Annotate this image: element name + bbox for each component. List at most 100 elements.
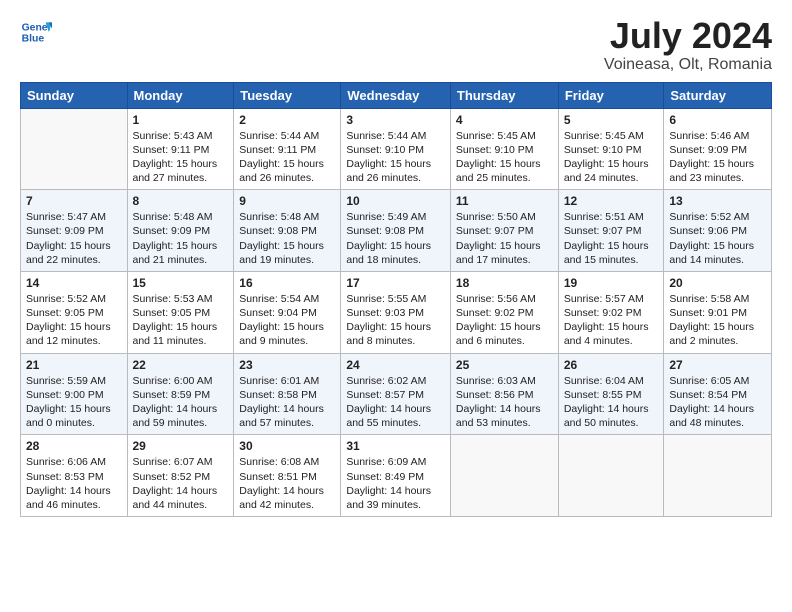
- day-number: 30: [239, 439, 335, 453]
- day-content: Sunrise: 5:49 AM Sunset: 9:08 PM Dayligh…: [346, 210, 445, 267]
- day-number: 20: [669, 276, 766, 290]
- table-row: 29 Sunrise: 6:07 AM Sunset: 8:52 PM Dayli…: [127, 435, 234, 517]
- day-number: 8: [133, 194, 229, 208]
- page: General Blue July 2024 Voineasa, Olt, Ro…: [0, 0, 792, 612]
- calendar-week-5: 28 Sunrise: 6:06 AM Sunset: 8:53 PM Dayli…: [21, 435, 772, 517]
- day-content: Sunrise: 5:44 AM Sunset: 9:10 PM Dayligh…: [346, 129, 445, 186]
- day-content: Sunrise: 5:44 AM Sunset: 9:11 PM Dayligh…: [239, 129, 335, 186]
- day-number: 16: [239, 276, 335, 290]
- day-number: 1: [133, 113, 229, 127]
- day-content: Sunrise: 5:52 AM Sunset: 9:06 PM Dayligh…: [669, 210, 766, 267]
- day-content: Sunrise: 5:53 AM Sunset: 9:05 PM Dayligh…: [133, 292, 229, 349]
- table-row: 8 Sunrise: 5:48 AM Sunset: 9:09 PM Daylig…: [127, 190, 234, 272]
- calendar-table: Sunday Monday Tuesday Wednesday Thursday…: [20, 82, 772, 517]
- day-content: Sunrise: 6:09 AM Sunset: 8:49 PM Dayligh…: [346, 455, 445, 512]
- day-content: Sunrise: 5:47 AM Sunset: 9:09 PM Dayligh…: [26, 210, 122, 267]
- col-saturday: Saturday: [664, 82, 772, 108]
- col-sunday: Sunday: [21, 82, 128, 108]
- col-tuesday: Tuesday: [234, 82, 341, 108]
- table-row: 12Sunrise: 5:51 AM Sunset: 9:07 PM Dayli…: [558, 190, 664, 272]
- table-row: [21, 108, 128, 190]
- title-area: July 2024 Voineasa, Olt, Romania: [604, 16, 772, 74]
- table-row: 23Sunrise: 6:01 AM Sunset: 8:58 PM Dayli…: [234, 353, 341, 435]
- day-number: 27: [669, 358, 766, 372]
- day-content: Sunrise: 6:06 AM Sunset: 8:53 PM Dayligh…: [26, 455, 122, 512]
- table-row: 17Sunrise: 5:55 AM Sunset: 9:03 PM Dayli…: [341, 271, 451, 353]
- day-number: 6: [669, 113, 766, 127]
- day-number: 26: [564, 358, 659, 372]
- day-content: Sunrise: 6:07 AM Sunset: 8:52 PM Dayligh…: [133, 455, 229, 512]
- day-number: 28: [26, 439, 122, 453]
- day-content: Sunrise: 5:56 AM Sunset: 9:02 PM Dayligh…: [456, 292, 553, 349]
- day-number: 29: [133, 439, 229, 453]
- day-content: Sunrise: 5:52 AM Sunset: 9:05 PM Dayligh…: [26, 292, 122, 349]
- day-number: 5: [564, 113, 659, 127]
- day-number: 19: [564, 276, 659, 290]
- day-content: Sunrise: 5:57 AM Sunset: 9:02 PM Dayligh…: [564, 292, 659, 349]
- day-number: 31: [346, 439, 445, 453]
- day-content: Sunrise: 5:43 AM Sunset: 9:11 PM Dayligh…: [133, 129, 229, 186]
- day-content: Sunrise: 5:54 AM Sunset: 9:04 PM Dayligh…: [239, 292, 335, 349]
- day-content: Sunrise: 5:50 AM Sunset: 9:07 PM Dayligh…: [456, 210, 553, 267]
- calendar-week-3: 14 Sunrise: 5:52 AM Sunset: 9:05 PM Dayli…: [21, 271, 772, 353]
- day-number: 11: [456, 194, 553, 208]
- table-row: 31 Sunrise: 6:09 AM Sunset: 8:49 PM Dayli…: [341, 435, 451, 517]
- table-row: 11 Sunrise: 5:50 AM Sunset: 9:07 PM Dayli…: [450, 190, 558, 272]
- day-number: 9: [239, 194, 335, 208]
- table-row: 21Sunrise: 5:59 AM Sunset: 9:00 PM Dayli…: [21, 353, 128, 435]
- table-row: 27 Sunrise: 6:05 AM Sunset: 8:54 PM Dayli…: [664, 353, 772, 435]
- table-row: 9Sunrise: 5:48 AM Sunset: 9:08 PM Daylig…: [234, 190, 341, 272]
- logo-icon: General Blue: [20, 16, 52, 48]
- table-row: [450, 435, 558, 517]
- day-number: 14: [26, 276, 122, 290]
- table-row: 7 Sunrise: 5:47 AM Sunset: 9:09 PM Daylig…: [21, 190, 128, 272]
- day-content: Sunrise: 6:04 AM Sunset: 8:55 PM Dayligh…: [564, 374, 659, 431]
- day-number: 17: [346, 276, 445, 290]
- day-number: 2: [239, 113, 335, 127]
- table-row: 19 Sunrise: 5:57 AM Sunset: 9:02 PM Dayli…: [558, 271, 664, 353]
- day-number: 12: [564, 194, 659, 208]
- table-row: 5 Sunrise: 5:45 AM Sunset: 9:10 PM Daylig…: [558, 108, 664, 190]
- table-row: 2 Sunrise: 5:44 AM Sunset: 9:11 PM Daylig…: [234, 108, 341, 190]
- day-content: Sunrise: 6:01 AM Sunset: 8:58 PM Dayligh…: [239, 374, 335, 431]
- table-row: 1 Sunrise: 5:43 AM Sunset: 9:11 PM Daylig…: [127, 108, 234, 190]
- day-content: Sunrise: 5:45 AM Sunset: 9:10 PM Dayligh…: [564, 129, 659, 186]
- day-content: Sunrise: 5:46 AM Sunset: 9:09 PM Dayligh…: [669, 129, 766, 186]
- col-thursday: Thursday: [450, 82, 558, 108]
- day-number: 3: [346, 113, 445, 127]
- day-number: 25: [456, 358, 553, 372]
- table-row: [558, 435, 664, 517]
- day-content: Sunrise: 5:59 AM Sunset: 9:00 PM Dayligh…: [26, 374, 122, 431]
- table-row: 22Sunrise: 6:00 AM Sunset: 8:59 PM Dayli…: [127, 353, 234, 435]
- day-content: Sunrise: 5:58 AM Sunset: 9:01 PM Dayligh…: [669, 292, 766, 349]
- table-row: 13 Sunrise: 5:52 AM Sunset: 9:06 PM Dayli…: [664, 190, 772, 272]
- day-content: Sunrise: 6:05 AM Sunset: 8:54 PM Dayligh…: [669, 374, 766, 431]
- table-row: 16 Sunrise: 5:54 AM Sunset: 9:04 PM Dayli…: [234, 271, 341, 353]
- calendar-week-4: 21Sunrise: 5:59 AM Sunset: 9:00 PM Dayli…: [21, 353, 772, 435]
- table-row: 6 Sunrise: 5:46 AM Sunset: 9:09 PM Daylig…: [664, 108, 772, 190]
- svg-text:Blue: Blue: [22, 34, 45, 45]
- table-row: 18Sunrise: 5:56 AM Sunset: 9:02 PM Dayli…: [450, 271, 558, 353]
- table-row: 3 Sunrise: 5:44 AM Sunset: 9:10 PM Daylig…: [341, 108, 451, 190]
- table-row: 14 Sunrise: 5:52 AM Sunset: 9:05 PM Dayli…: [21, 271, 128, 353]
- table-row: 25 Sunrise: 6:03 AM Sunset: 8:56 PM Dayli…: [450, 353, 558, 435]
- day-content: Sunrise: 5:48 AM Sunset: 9:09 PM Dayligh…: [133, 210, 229, 267]
- table-row: 26 Sunrise: 6:04 AM Sunset: 8:55 PM Dayli…: [558, 353, 664, 435]
- day-content: Sunrise: 5:45 AM Sunset: 9:10 PM Dayligh…: [456, 129, 553, 186]
- table-row: 24Sunrise: 6:02 AM Sunset: 8:57 PM Dayli…: [341, 353, 451, 435]
- day-number: 4: [456, 113, 553, 127]
- day-content: Sunrise: 6:00 AM Sunset: 8:59 PM Dayligh…: [133, 374, 229, 431]
- main-title: July 2024: [604, 16, 772, 56]
- day-number: 15: [133, 276, 229, 290]
- subtitle: Voineasa, Olt, Romania: [604, 56, 772, 74]
- table-row: [664, 435, 772, 517]
- day-number: 7: [26, 194, 122, 208]
- day-number: 10: [346, 194, 445, 208]
- day-number: 13: [669, 194, 766, 208]
- day-number: 24: [346, 358, 445, 372]
- calendar-week-1: 1 Sunrise: 5:43 AM Sunset: 9:11 PM Daylig…: [21, 108, 772, 190]
- day-content: Sunrise: 6:03 AM Sunset: 8:56 PM Dayligh…: [456, 374, 553, 431]
- col-friday: Friday: [558, 82, 664, 108]
- calendar-header-row: Sunday Monday Tuesday Wednesday Thursday…: [21, 82, 772, 108]
- table-row: 30Sunrise: 6:08 AM Sunset: 8:51 PM Dayli…: [234, 435, 341, 517]
